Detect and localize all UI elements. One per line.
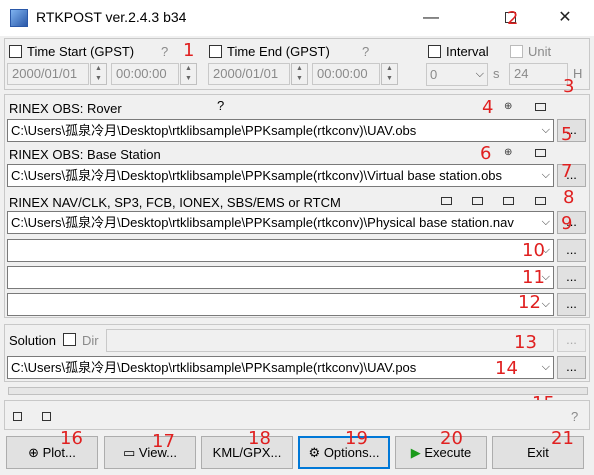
time-end-checkbox[interactable] [209, 45, 222, 58]
title-bar: RTKPOST ver.2.4.3 b34 — ✕ [0, 0, 594, 36]
solution-dir-field[interactable] [106, 329, 554, 352]
rover-file-path: C:\Users\孤泉冷月\Desktop\rtklibsample\PPKsa… [11, 123, 417, 138]
status-indicator-2 [42, 412, 51, 421]
solution-file-select[interactable]: C:\Users\孤泉冷月\Desktop\rtklibsample\PPKsa… [7, 356, 554, 379]
nav-label: RINEX NAV/CLK, SP3, FCB, IONEX, SBS/EMS … [9, 195, 341, 210]
close-button[interactable]: ✕ [542, 0, 588, 36]
annotation-18: 18 [248, 428, 271, 449]
annotation-11: 11 [522, 267, 545, 288]
progress-bar [8, 387, 588, 395]
chevron-down-icon: ⌵ [541, 216, 550, 228]
annotation-19: 19 [345, 428, 368, 449]
gear-icon: ⚙ [308, 445, 324, 460]
base-plot-icon[interactable]: ⊕ [504, 147, 512, 158]
interval-checkbox[interactable] [428, 45, 441, 58]
time-start-label: Time Start (GPST) [27, 44, 135, 59]
nav-file-path-1: C:\Users\孤泉冷月\Desktop\rtklibsample\PPKsa… [11, 215, 514, 230]
rtkpost-window: RTKPOST ver.2.4.3 b34 — ✕ 2 Time Start (… [0, 0, 594, 475]
annotation-1: 1 [183, 40, 195, 61]
nav-browse-button-2[interactable]: ... [557, 239, 586, 262]
plot-icon: ⊕ [28, 445, 43, 460]
view-button[interactable]: ▭ View... [104, 436, 196, 469]
solution-dir-browse-button[interactable]: ... [557, 329, 586, 352]
interval-select[interactable]: 0 ⌵ [426, 63, 488, 86]
rtkpost-app-icon [10, 9, 28, 27]
rover-label: RINEX OBS: Rover [9, 101, 122, 116]
time-end-help[interactable]: ? [362, 44, 369, 59]
nav-view-icon-2[interactable] [472, 197, 483, 205]
time-start-help[interactable]: ? [161, 44, 168, 59]
annotation-21: 21 [551, 428, 574, 449]
status-panel [4, 400, 590, 430]
nav-view-icon-1[interactable] [441, 197, 452, 205]
unit-hours-field[interactable]: 24 [509, 63, 568, 85]
interval-value: 0 [430, 67, 438, 82]
rover-plot-icon[interactable]: ⊕ [504, 101, 512, 112]
nav-view-icon-4[interactable] [535, 197, 546, 205]
play-icon: ▶ [410, 445, 425, 460]
unit-label: Unit [528, 44, 552, 59]
chevron-down-icon: ⌵ [541, 298, 550, 310]
nav-file-select-1[interactable]: C:\Users\孤泉冷月\Desktop\rtklibsample\PPKsa… [7, 211, 554, 234]
annotation-10: 10 [522, 240, 545, 261]
annotation-9: 9 [561, 213, 573, 234]
kml-gpx-button[interactable]: KML/GPX... [201, 436, 293, 469]
annotation-7: 7 [561, 161, 573, 182]
status-indicator-1 [13, 412, 22, 421]
annotation-12: 12 [518, 292, 541, 313]
time-end-time-spinner[interactable]: ▲ ▼ [381, 63, 398, 85]
annotation-17: 17 [152, 431, 175, 452]
nav-browse-button-4[interactable]: ... [557, 293, 586, 316]
time-start-checkbox[interactable] [9, 45, 22, 58]
chevron-down-icon: ⌵ [541, 169, 550, 181]
rover-file-select[interactable]: C:\Users\孤泉冷月\Desktop\rtklibsample\PPKsa… [7, 119, 554, 142]
time-end-date-spinner[interactable]: ▲ ▼ [291, 63, 308, 85]
rover-help[interactable]: ? [217, 98, 224, 113]
nav-view-icon-3[interactable] [503, 197, 514, 205]
nav-file-select-3[interactable]: ⌵ [7, 266, 554, 289]
time-start-date-spinner[interactable]: ▲ ▼ [90, 63, 107, 85]
options-button[interactable]: ⚙ Options... [298, 436, 390, 469]
time-start-date[interactable]: 2000/01/01 [7, 63, 89, 85]
base-label: RINEX OBS: Base Station [9, 147, 161, 162]
interval-label: Interval [446, 44, 489, 59]
rover-view-icon[interactable] [535, 103, 546, 111]
time-end-time[interactable]: 00:00:00 [312, 63, 380, 85]
chevron-down-icon: ⌵ [475, 68, 484, 80]
base-file-path: C:\Users\孤泉冷月\Desktop\rtklibsample\PPKsa… [11, 168, 503, 183]
annotation-4: 4 [482, 97, 494, 118]
solution-dir-checkbox[interactable] [63, 333, 76, 346]
annotation-14: 14 [495, 358, 518, 379]
annotation-2: 2 [507, 8, 519, 29]
minimize-button[interactable]: — [408, 0, 454, 36]
base-view-icon[interactable] [535, 149, 546, 157]
unit-checkbox[interactable] [510, 45, 523, 58]
time-start-time-spinner[interactable]: ▲ ▼ [180, 63, 197, 85]
annotation-6: 6 [480, 143, 492, 164]
chevron-down-icon: ⌵ [541, 124, 550, 136]
base-file-select[interactable]: C:\Users\孤泉冷月\Desktop\rtklibsample\PPKsa… [7, 164, 554, 187]
interval-unit: s [493, 66, 500, 81]
view-icon: ▭ [123, 445, 139, 460]
window-title: RTKPOST ver.2.4.3 b34 [36, 9, 187, 25]
status-help[interactable]: ? [571, 409, 578, 424]
annotation-8: 8 [563, 187, 575, 208]
time-end-label: Time End (GPST) [227, 44, 330, 59]
nav-file-select-2[interactable]: ⌵ [7, 239, 554, 262]
chevron-down-icon: ⌵ [541, 361, 550, 373]
annotation-13: 13 [514, 332, 537, 353]
time-start-time[interactable]: 00:00:00 [111, 63, 179, 85]
solution-dir-label: Dir [82, 333, 99, 348]
solution-file-path: C:\Users\孤泉冷月\Desktop\rtklibsample\PPKsa… [11, 360, 417, 375]
solution-browse-button[interactable]: ... [557, 356, 586, 379]
time-end-date[interactable]: 2000/01/01 [208, 63, 290, 85]
annotation-16: 16 [60, 428, 83, 449]
annotation-5: 5 [561, 124, 573, 145]
nav-browse-button-3[interactable]: ... [557, 266, 586, 289]
plot-button[interactable]: ⊕ Plot... [6, 436, 98, 469]
nav-file-select-4[interactable]: ⌵ [7, 293, 554, 316]
solution-label: Solution [9, 333, 56, 348]
annotation-20: 20 [440, 428, 463, 449]
